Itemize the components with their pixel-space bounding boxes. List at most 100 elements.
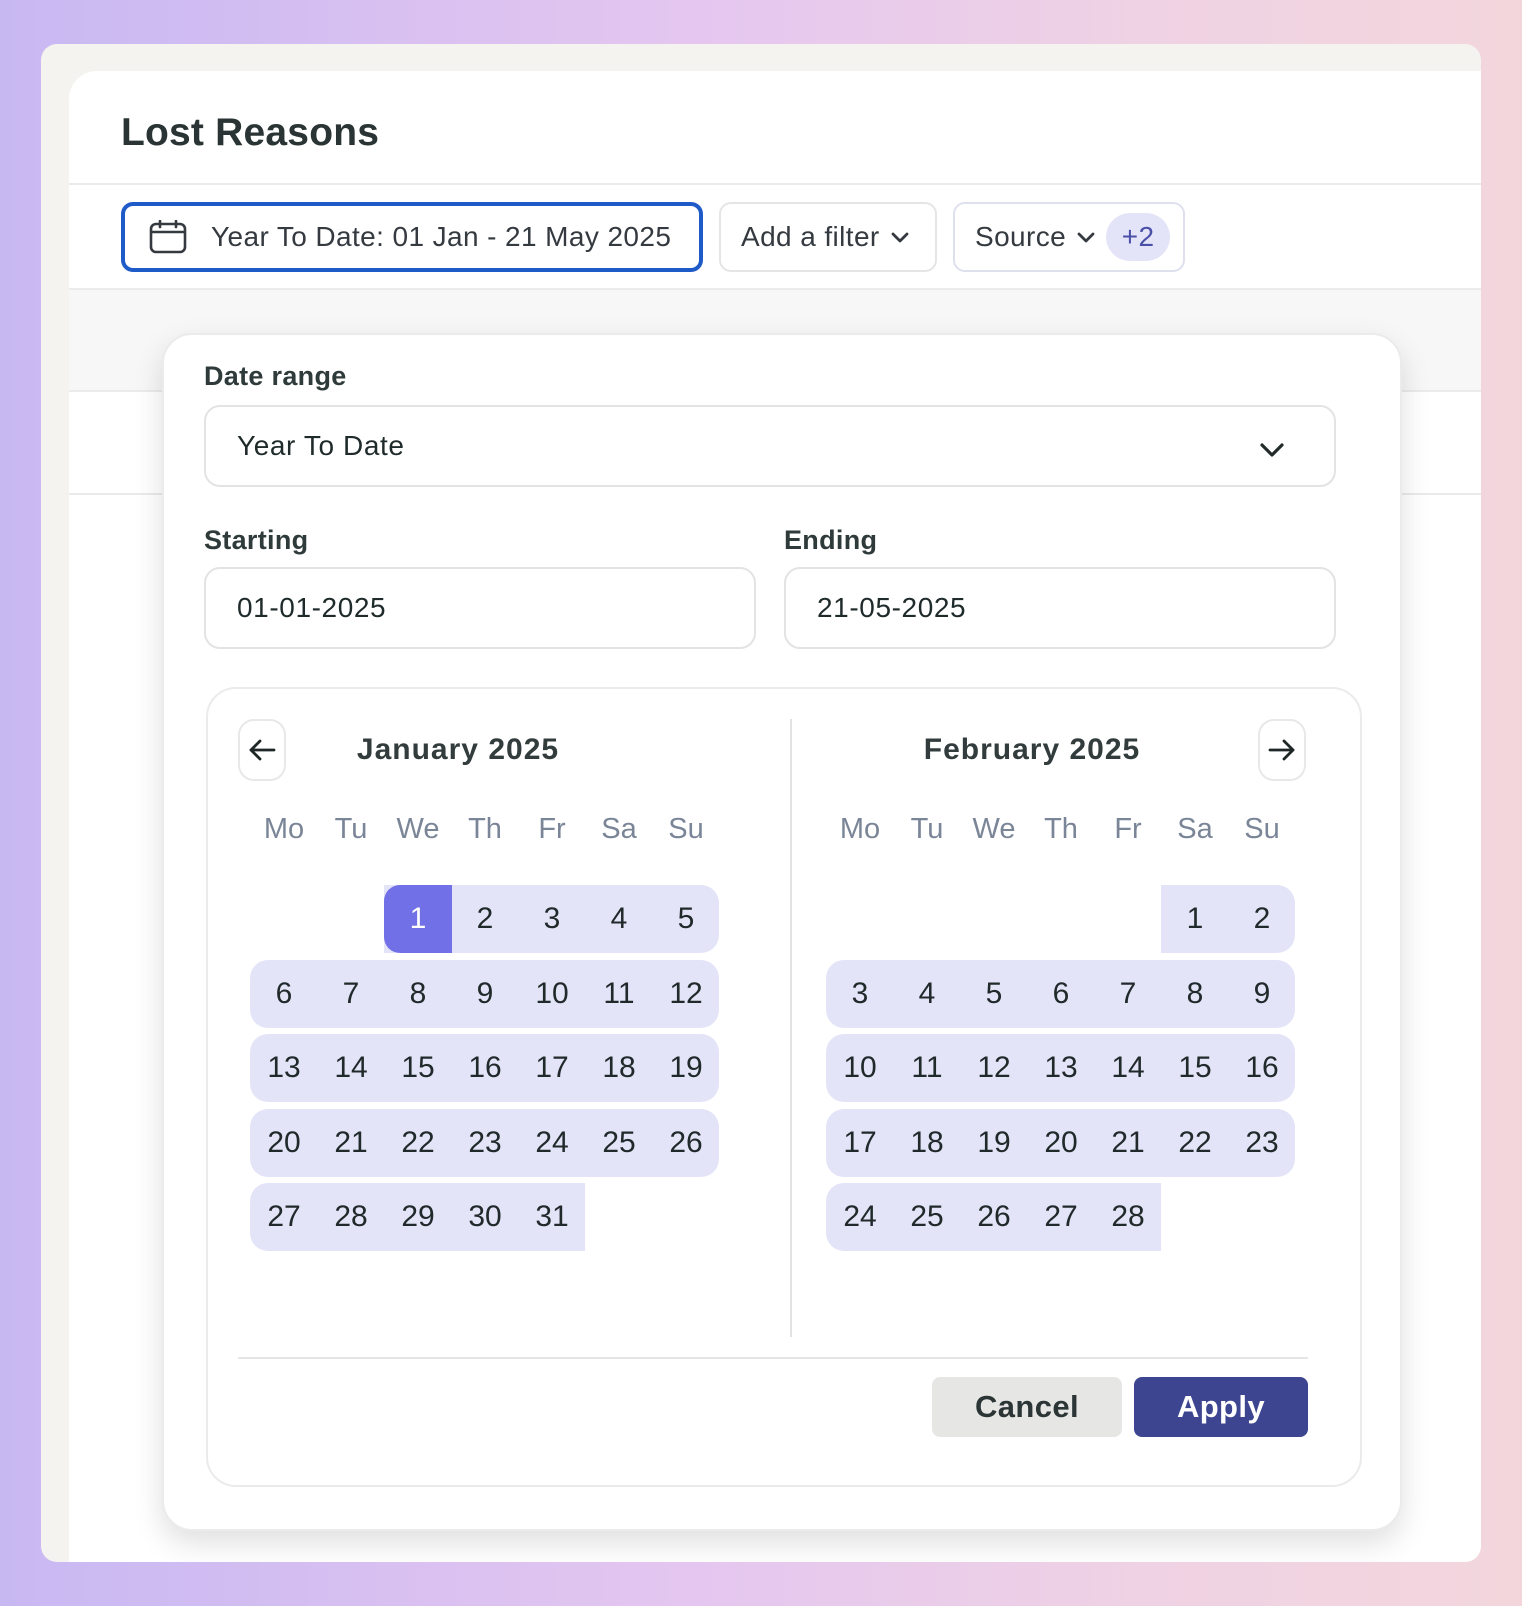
- calendar-day[interactable]: 25: [893, 1183, 961, 1251]
- calendar-day[interactable]: 6: [250, 960, 318, 1028]
- chevron-down-icon: [1077, 232, 1095, 243]
- ending-date-input[interactable]: 21-05-2025: [784, 567, 1336, 649]
- starting-label: Starting: [204, 525, 309, 555]
- page-title: Lost Reasons: [121, 111, 380, 154]
- calendar-day[interactable]: 11: [893, 1034, 961, 1102]
- calendar-day[interactable]: 2: [451, 885, 519, 953]
- prev-month-button[interactable]: [238, 719, 286, 781]
- calendar-day[interactable]: 15: [1161, 1034, 1229, 1102]
- calendar-day[interactable]: 18: [585, 1034, 653, 1102]
- month-title-february: February 2025: [872, 733, 1192, 767]
- calendar-day[interactable]: 14: [317, 1034, 385, 1102]
- calendar-day[interactable]: 8: [1161, 960, 1229, 1028]
- arrow-right-icon: [1268, 739, 1295, 761]
- calendar-day[interactable]: 22: [1161, 1109, 1229, 1177]
- calendar-day[interactable]: 13: [250, 1034, 318, 1102]
- weekday-header: Fr: [1114, 813, 1142, 845]
- calendar-day[interactable]: 28: [1094, 1183, 1162, 1251]
- calendar-day[interactable]: 16: [451, 1034, 519, 1102]
- calendar-day[interactable]: 4: [893, 960, 961, 1028]
- calendar-day[interactable]: 19: [652, 1034, 720, 1102]
- calendar-day[interactable]: 15: [384, 1034, 452, 1102]
- calendar-day[interactable]: 23: [451, 1109, 519, 1177]
- filter-divider: [69, 288, 1481, 290]
- starting-date-value: 01-01-2025: [237, 592, 387, 623]
- calendar-day[interactable]: 5: [652, 885, 720, 953]
- apply-button[interactable]: Apply: [1134, 1377, 1308, 1437]
- calendar-day[interactable]: 28: [317, 1183, 385, 1251]
- popover-footer-divider: [238, 1357, 1308, 1359]
- calendar-day[interactable]: 11: [585, 960, 653, 1028]
- header-divider: [69, 183, 1481, 185]
- calendar-day[interactable]: 26: [652, 1109, 720, 1177]
- cancel-button[interactable]: Cancel: [932, 1377, 1122, 1437]
- weekday-header: We: [972, 813, 1016, 845]
- calendar-day[interactable]: 20: [1027, 1109, 1095, 1177]
- calendar-day[interactable]: 20: [250, 1109, 318, 1177]
- calendar-day[interactable]: 24: [826, 1183, 894, 1251]
- selected-day[interactable]: 1: [384, 885, 452, 953]
- calendar-day[interactable]: 8: [384, 960, 452, 1028]
- month-name: February: [923, 733, 1061, 766]
- weekday-header: Sa: [601, 813, 637, 845]
- date-range-select[interactable]: Year To Date: [204, 405, 1336, 487]
- calendar-day[interactable]: 21: [1094, 1109, 1162, 1177]
- ending-date-value: 21-05-2025: [817, 592, 967, 623]
- calendar-day[interactable]: 26: [960, 1183, 1028, 1251]
- calendar-day[interactable]: 12: [652, 960, 720, 1028]
- date-range-chip[interactable]: Year To Date: 01 Jan - 21 May 2025: [121, 202, 703, 272]
- source-filter-label: Source: [975, 221, 1067, 252]
- add-filter-button[interactable]: Add a filter: [719, 202, 937, 272]
- calendar-day[interactable]: 27: [1027, 1183, 1095, 1251]
- calendar: January 2025 February 2025 Cancel Apply …: [206, 687, 1362, 1487]
- calendar-day[interactable]: 12: [960, 1034, 1028, 1102]
- weekday-header: Th: [468, 813, 502, 845]
- date-range-chip-label: Year To Date: 01 Jan - 21 May 2025: [211, 221, 672, 252]
- weekday-header: Su: [1244, 813, 1280, 845]
- calendar-day[interactable]: 13: [1027, 1034, 1095, 1102]
- weekday-header: Tu: [910, 813, 944, 845]
- weekday-header: Sa: [1177, 813, 1213, 845]
- calendar-day[interactable]: 24: [518, 1109, 586, 1177]
- calendar-day[interactable]: 18: [893, 1109, 961, 1177]
- calendar-day[interactable]: 9: [451, 960, 519, 1028]
- calendar-day[interactable]: 10: [518, 960, 586, 1028]
- calendar-icon: [149, 220, 187, 254]
- calendar-day[interactable]: 6: [1027, 960, 1095, 1028]
- calendar-day[interactable]: 1: [1161, 885, 1229, 953]
- next-month-button[interactable]: [1258, 719, 1306, 781]
- calendar-day[interactable]: 23: [1228, 1109, 1296, 1177]
- calendar-day[interactable]: 2: [1228, 885, 1296, 953]
- calendar-day[interactable]: 19: [960, 1109, 1028, 1177]
- month-year: 2025: [1069, 733, 1141, 766]
- calendar-day[interactable]: 27: [250, 1183, 318, 1251]
- month-name: January: [356, 733, 479, 766]
- calendar-day[interactable]: 5: [960, 960, 1028, 1028]
- calendar-day[interactable]: 30: [451, 1183, 519, 1251]
- calendar-day[interactable]: 17: [518, 1034, 586, 1102]
- source-filter-chip[interactable]: Source +2: [953, 202, 1185, 272]
- date-range-popover: Date range Year To Date Starting 01-01-2…: [162, 333, 1402, 1531]
- chevron-down-icon: [1260, 443, 1284, 457]
- calendar-day[interactable]: 7: [1094, 960, 1162, 1028]
- calendar-day[interactable]: 9: [1228, 960, 1296, 1028]
- calendar-day[interactable]: 16: [1228, 1034, 1296, 1102]
- weekday-header: We: [396, 813, 440, 845]
- calendar-day[interactable]: 10: [826, 1034, 894, 1102]
- calendar-day[interactable]: 3: [826, 960, 894, 1028]
- weekday-header: Mo: [263, 813, 305, 845]
- calendar-day[interactable]: 3: [518, 885, 586, 953]
- calendar-day[interactable]: 14: [1094, 1034, 1162, 1102]
- calendar-day[interactable]: 21: [317, 1109, 385, 1177]
- weekday-header: Fr: [538, 813, 566, 845]
- calendar-day[interactable]: 22: [384, 1109, 452, 1177]
- calendar-day[interactable]: 31: [518, 1183, 586, 1251]
- calendar-day[interactable]: 25: [585, 1109, 653, 1177]
- add-filter-label: Add a filter: [741, 221, 880, 252]
- starting-date-input[interactable]: 01-01-2025: [204, 567, 756, 649]
- calendar-day[interactable]: 4: [585, 885, 653, 953]
- calendar-day[interactable]: 17: [826, 1109, 894, 1177]
- month-title-january: January 2025: [308, 733, 608, 767]
- calendar-day[interactable]: 7: [317, 960, 385, 1028]
- calendar-day[interactable]: 29: [384, 1183, 452, 1251]
